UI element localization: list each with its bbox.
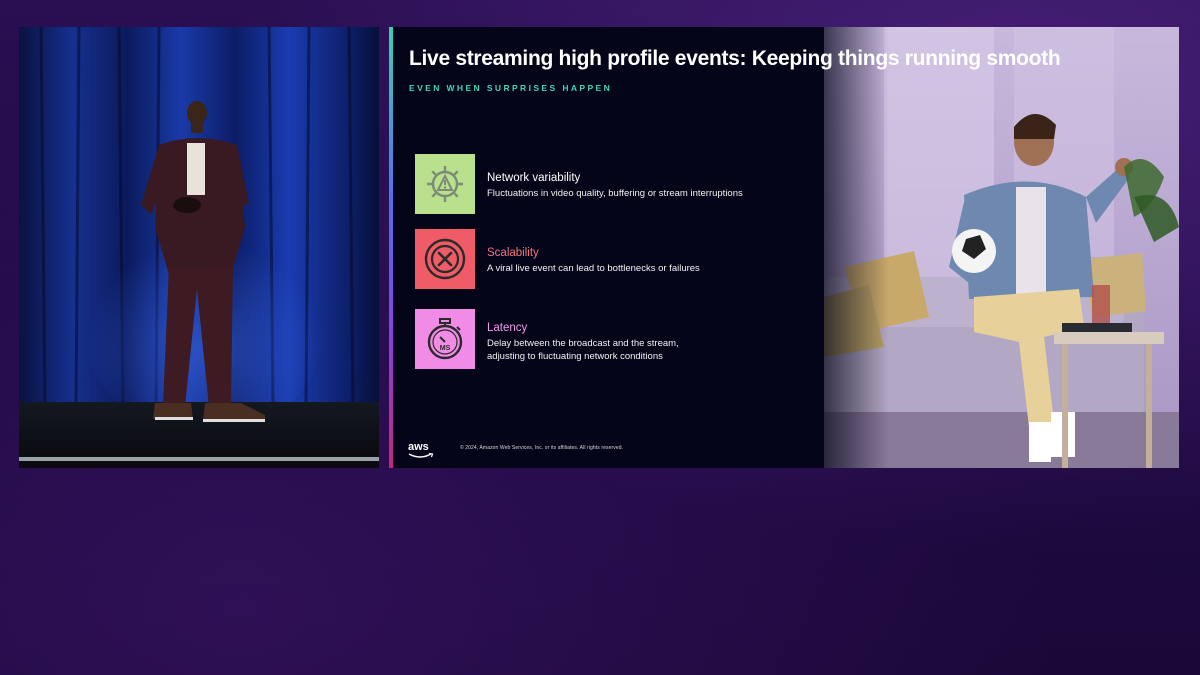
speaker-video-image xyxy=(19,27,379,468)
slide-title: Live streaming high profile events: Keep… xyxy=(409,47,1061,70)
item-description-line-1: Delay between the broadcast and the stre… xyxy=(487,338,679,349)
list-item-network-variability: Network variability Fluctuations in vide… xyxy=(415,154,743,214)
copyright-text: © 2024, Amazon Web Services, Inc. or its… xyxy=(460,445,624,451)
aws-logo-text: aws xyxy=(408,441,429,453)
aws-smile-icon xyxy=(408,453,434,458)
slide-subtitle: EVEN WHEN SURPRISES HAPPEN xyxy=(409,83,613,93)
item-description: Fluctuations in video quality, buffering… xyxy=(487,188,743,199)
item-title: Latency xyxy=(487,322,528,334)
aws-logo: aws xyxy=(408,441,434,458)
stopwatch-icon: MS xyxy=(415,309,475,369)
x-circle-icon xyxy=(415,229,475,289)
speaker-video-panel xyxy=(19,27,379,468)
item-title: Network variability xyxy=(487,172,581,184)
item-description-line-2: adjusting to fluctuating network conditi… xyxy=(487,351,663,362)
presentation-stage: Live streaming high profile events: Keep… xyxy=(0,0,1200,675)
gear-warning-icon xyxy=(415,154,475,214)
slide-panel: Live streaming high profile events: Keep… xyxy=(389,27,1179,468)
item-title: Scalability xyxy=(487,247,539,259)
stopwatch-label: MS xyxy=(440,345,451,352)
list-item-latency: MS Latency Delay between the broadcast a… xyxy=(415,309,679,369)
item-description: A viral live event can lead to bottlenec… xyxy=(487,263,700,274)
photo-fade xyxy=(799,27,889,468)
list-item-scalability: Scalability A viral live event can lead … xyxy=(415,229,700,289)
slide-accent-bar xyxy=(389,27,393,468)
